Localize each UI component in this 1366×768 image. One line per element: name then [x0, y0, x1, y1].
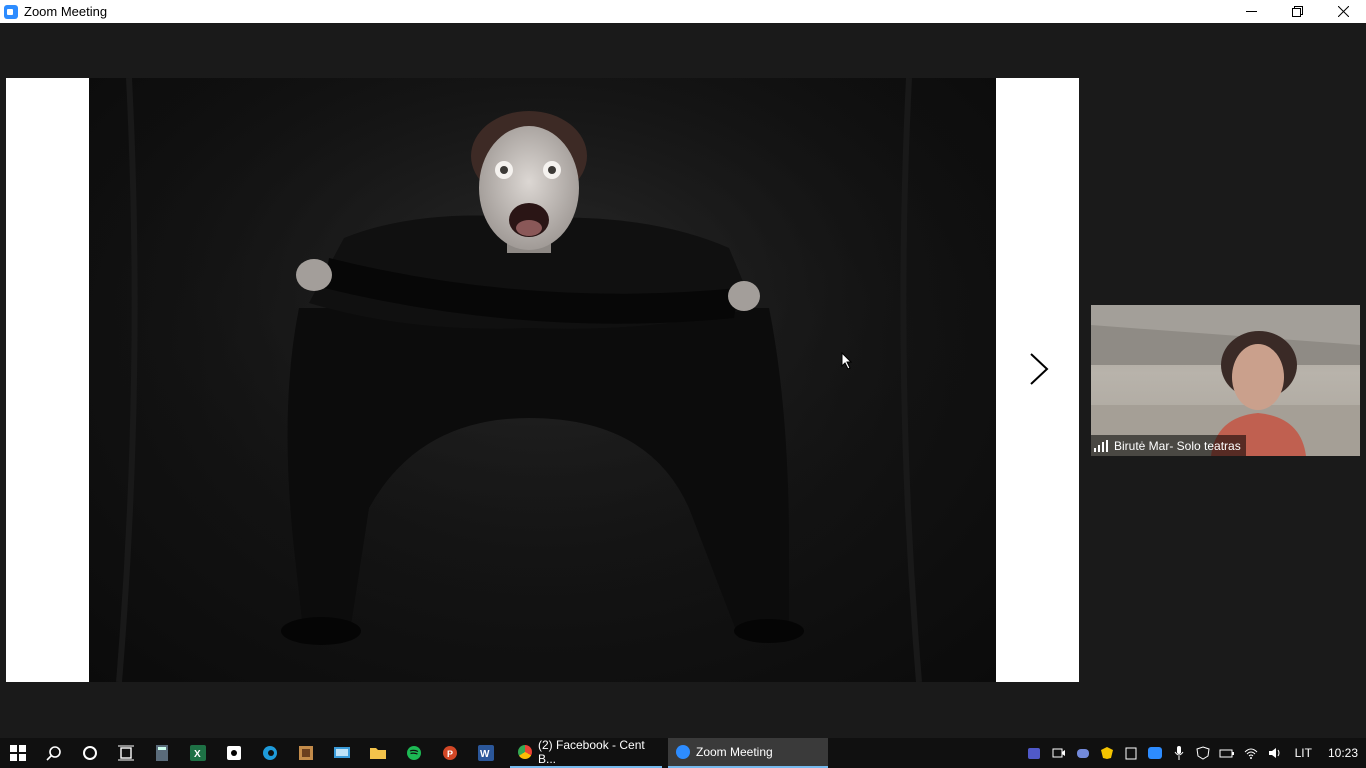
photos-app[interactable]	[288, 738, 324, 768]
defender-shield-icon	[1196, 746, 1210, 760]
window-controls	[1228, 0, 1366, 23]
task-view-button[interactable]	[108, 738, 144, 768]
next-page-button[interactable]	[1024, 349, 1054, 389]
window-title: Zoom Meeting	[24, 4, 108, 19]
minimize-icon	[1245, 11, 1257, 12]
taskbar-app-label: Zoom Meeting	[696, 745, 773, 759]
clipboard-tray-button[interactable]	[1119, 738, 1143, 768]
system-tray: LIT 10:23	[1023, 738, 1366, 768]
photo-app-icon	[299, 746, 313, 760]
wifi-tray-button[interactable]	[1239, 738, 1263, 768]
file-explorer-app[interactable]	[360, 738, 396, 768]
meet-now-button[interactable]	[1047, 738, 1071, 768]
shield-check-icon	[1100, 747, 1113, 759]
teams-icon	[1027, 748, 1040, 759]
participant-video-tile[interactable]: Birutė Mar- Solo teatras	[1091, 305, 1360, 456]
speaker-icon	[1268, 748, 1280, 758]
remote-desktop-app[interactable]	[324, 738, 360, 768]
meeting-area: Birutė Mar- Solo teatras	[0, 23, 1366, 738]
teams-tray-button[interactable]	[1023, 738, 1047, 768]
mouse-cursor-icon	[841, 352, 853, 370]
taskbar-app-zoom[interactable]: Zoom Meeting	[668, 738, 828, 768]
zoom-tray-button[interactable]	[1143, 738, 1167, 768]
taskbar-app-label: (2) Facebook - Cent B...	[538, 738, 645, 766]
taskbar-app-chrome[interactable]: (2) Facebook - Cent B...	[510, 738, 662, 768]
discord-icon	[1076, 749, 1089, 758]
volume-tray-button[interactable]	[1263, 738, 1287, 768]
solitaire-app[interactable]	[216, 738, 252, 768]
svg-text:X: X	[194, 749, 201, 760]
svg-text:P: P	[447, 749, 453, 759]
powerpoint-app[interactable]: P	[432, 738, 468, 768]
excel-icon: X	[190, 745, 206, 761]
discord-tray-button[interactable]	[1071, 738, 1095, 768]
chevron-right-icon	[1030, 353, 1049, 385]
signal-strength-icon	[1094, 439, 1110, 452]
camera-icon	[1052, 748, 1065, 758]
language-indicator[interactable]: LIT	[1287, 746, 1320, 760]
start-button[interactable]	[0, 738, 36, 768]
battery-tray-button[interactable]	[1215, 738, 1239, 768]
word-app[interactable]: W	[468, 738, 504, 768]
zoom-tray-icon	[1147, 747, 1162, 759]
close-button[interactable]	[1320, 0, 1366, 23]
search-button[interactable]	[36, 738, 72, 768]
cortana-button[interactable]	[72, 738, 108, 768]
restore-button[interactable]	[1274, 0, 1320, 23]
powerpoint-icon: P	[443, 746, 457, 760]
edge-app[interactable]	[252, 738, 288, 768]
folder-icon	[370, 748, 386, 759]
clipboard-icon	[1125, 747, 1137, 760]
participant-name: Birutė Mar- Solo teatras	[1114, 438, 1241, 453]
battery-icon	[1219, 749, 1234, 758]
participant-name-bar: Birutė Mar- Solo teatras	[1091, 435, 1246, 456]
shared-screen[interactable]	[6, 78, 1079, 682]
edge-icon	[263, 746, 277, 760]
monitor-icon	[334, 747, 350, 758]
task-view-icon	[118, 745, 134, 761]
spotify-app[interactable]	[396, 738, 432, 768]
word-icon: W	[478, 745, 494, 761]
calculator-icon	[156, 745, 168, 761]
close-icon	[1337, 6, 1349, 17]
title-bar: Zoom Meeting	[0, 0, 1366, 23]
search-icon	[46, 746, 61, 761]
clock[interactable]: 10:23	[1320, 746, 1366, 760]
chrome-icon	[518, 745, 532, 759]
calculator-app[interactable]	[144, 738, 180, 768]
cards-icon	[227, 746, 241, 760]
spotify-icon	[407, 746, 421, 760]
participant-video	[1091, 305, 1360, 456]
microphone-tray-button[interactable]	[1167, 738, 1191, 768]
zoom-icon	[676, 745, 690, 759]
svg-text:W: W	[480, 749, 490, 760]
microphone-icon	[1174, 746, 1184, 760]
wifi-icon	[1244, 748, 1257, 759]
security-tray-button[interactable]	[1191, 738, 1215, 768]
restore-icon	[1291, 6, 1303, 17]
norton-tray-button[interactable]	[1095, 738, 1119, 768]
performer-photo	[89, 78, 996, 682]
windows-icon	[10, 745, 26, 761]
cortana-icon	[83, 746, 97, 760]
taskbar: X P W (2) Facebook - Cent B... Zoom Meet…	[0, 738, 1366, 768]
zoom-app-icon	[4, 4, 18, 19]
shared-photo	[89, 78, 996, 682]
excel-app[interactable]: X	[180, 738, 216, 768]
minimize-button[interactable]	[1228, 0, 1274, 23]
